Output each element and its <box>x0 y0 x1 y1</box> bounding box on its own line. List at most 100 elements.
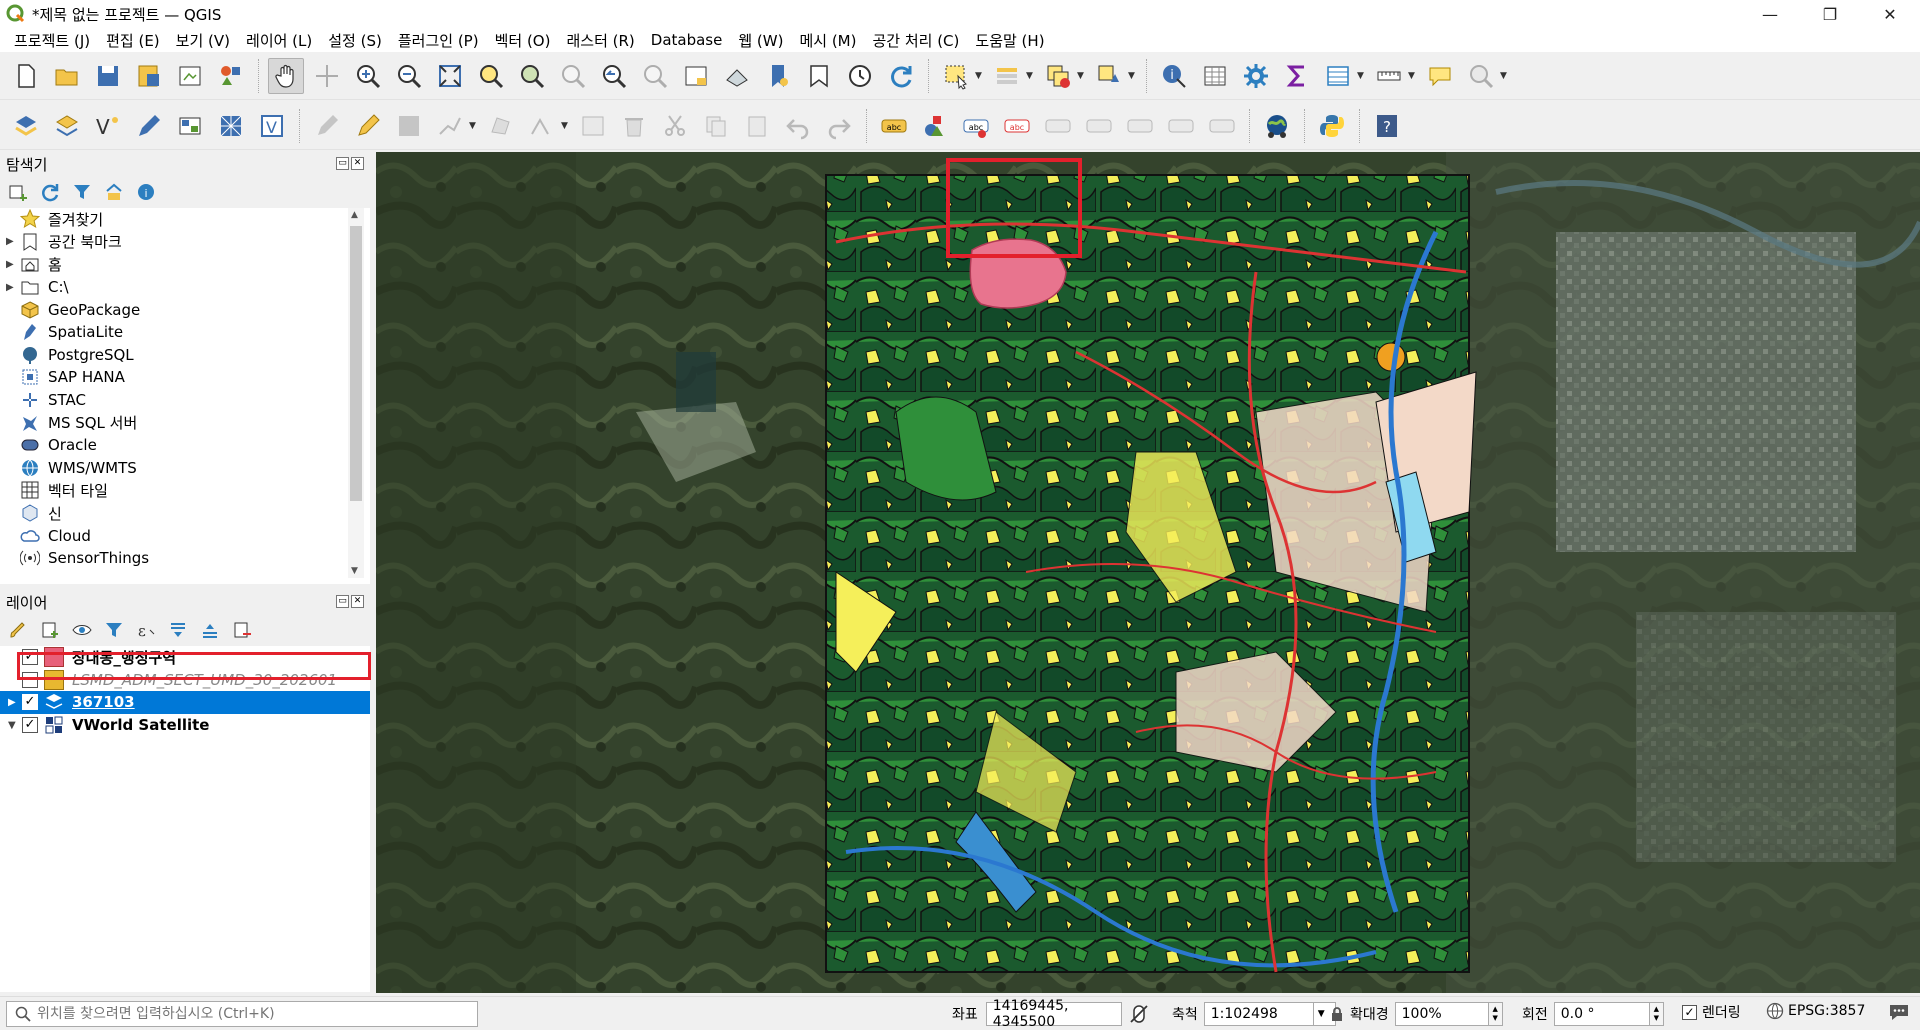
show-bookmarks-button[interactable] <box>801 58 837 94</box>
rotate-label-button[interactable] <box>1122 108 1158 144</box>
collapse-all-layers-button[interactable] <box>198 618 222 642</box>
browser-item-wms-wmts[interactable]: WMS/WMTS <box>0 457 352 480</box>
save-as-button[interactable] <box>131 58 167 94</box>
paste-features-button[interactable] <box>739 108 775 144</box>
layer-diagram-button[interactable] <box>917 108 953 144</box>
close-panel-button[interactable]: ✕ <box>351 595 364 608</box>
remove-layer-button[interactable] <box>230 618 254 642</box>
dropdown-arrow-icon[interactable]: ▼ <box>975 71 983 81</box>
show-hide-labels-button[interactable] <box>1081 108 1117 144</box>
browser-item-sap-hana[interactable]: SAP HANA <box>0 366 352 389</box>
add-polygon-button[interactable] <box>483 108 519 144</box>
rotation-field[interactable]: 0.0 ° <box>1553 1002 1650 1026</box>
new-bookmark-button[interactable] <box>760 58 796 94</box>
redo-button[interactable] <box>821 108 857 144</box>
render-checkbox[interactable]: ✓ <box>1682 1004 1697 1020</box>
layer-item-vworld-satellite[interactable]: ▼ ✓ VWorld Satellite <box>0 714 370 737</box>
select-by-location-button[interactable] <box>1091 58 1127 94</box>
filter-by-expression-button[interactable]: ε <box>134 618 158 642</box>
dropdown-arrow-icon[interactable]: ▼ <box>1500 71 1508 81</box>
filter-browser-button[interactable] <box>70 180 94 204</box>
collapse-arrow-icon[interactable]: ▼ <box>8 720 22 731</box>
menu-project[interactable]: 프로젝트 (J) <box>6 30 98 51</box>
digitize-button[interactable] <box>131 108 167 144</box>
dropdown-arrow-icon[interactable]: ▼ <box>1077 71 1085 81</box>
temporal-controller-button[interactable] <box>842 58 878 94</box>
zoom-full-button[interactable] <box>432 58 468 94</box>
menu-web[interactable]: 웹 (W) <box>730 30 791 51</box>
float-panel-button[interactable]: ▭ <box>336 595 349 608</box>
browser-item-oracle[interactable]: Oracle <box>0 434 352 457</box>
dropdown-arrow-icon[interactable]: ▼ <box>1128 71 1136 81</box>
open-field-calculator-button[interactable] <box>1320 58 1356 94</box>
browser-item-spatial-bookmarks[interactable]: ▶ 공간 북마크 <box>0 231 352 254</box>
scroll-up-icon[interactable]: ▲ <box>351 210 358 220</box>
zoom-last-button[interactable] <box>596 58 632 94</box>
measure-line-button[interactable] <box>1371 58 1407 94</box>
menu-view[interactable]: 보기 (V) <box>168 30 238 51</box>
data-source-manager-button[interactable] <box>8 108 44 144</box>
menu-settings[interactable]: 설정 (S) <box>320 30 390 51</box>
vertex-tool-button[interactable] <box>524 108 560 144</box>
browser-item-stac[interactable]: STAC <box>0 389 352 412</box>
close-panel-button[interactable]: ✕ <box>351 157 364 170</box>
deselect-features-button[interactable] <box>1040 58 1076 94</box>
admin-area-polygon[interactable] <box>969 238 1067 309</box>
add-group-button[interactable] <box>38 618 62 642</box>
locator-bar[interactable] <box>6 1001 478 1027</box>
current-edits-button[interactable] <box>309 108 345 144</box>
crs-group[interactable]: EPSG:3857 <box>1766 1002 1865 1020</box>
new-map-view-button[interactable] <box>678 58 714 94</box>
digitize-line-button[interactable] <box>432 108 468 144</box>
add-selected-layers-button[interactable] <box>6 180 30 204</box>
copy-features-button[interactable] <box>698 108 734 144</box>
zoom-to-layer-button[interactable] <box>514 58 550 94</box>
menu-raster[interactable]: 래스터 (R) <box>558 30 642 51</box>
scrollbar-thumb[interactable] <box>350 226 362 501</box>
menu-edit[interactable]: 편집 (E) <box>98 30 168 51</box>
change-label-button[interactable] <box>1163 108 1199 144</box>
layer-labeling-button[interactable]: abc <box>876 108 912 144</box>
locate-button[interactable] <box>1463 58 1499 94</box>
minimize-button[interactable]: — <box>1740 0 1800 28</box>
mouse-toggle-icon[interactable] <box>1128 1003 1150 1025</box>
float-panel-button[interactable]: ▭ <box>336 157 349 170</box>
add-virtual-layer-button[interactable]: V <box>254 108 290 144</box>
rotation-spinner[interactable]: ▲ ▼ <box>1649 1002 1664 1026</box>
undo-button[interactable] <box>780 108 816 144</box>
identify-features-button[interactable]: i <box>1156 58 1192 94</box>
map-tips-button[interactable] <box>1422 58 1458 94</box>
layer-item-367103[interactable]: ▶ ✓ 367103 <box>0 691 370 714</box>
browser-scrollbar[interactable]: ▲ ▼ <box>348 208 364 578</box>
open-project-button[interactable] <box>49 58 85 94</box>
map-canvas[interactable] <box>376 152 1920 993</box>
expand-arrow-icon[interactable]: ▶ <box>8 697 22 708</box>
dropdown-arrow-icon[interactable]: ▼ <box>561 121 569 131</box>
select-features-button[interactable] <box>938 58 974 94</box>
toggle-display-labels-button[interactable]: abc <box>999 108 1035 144</box>
move-label-button[interactable] <box>1040 108 1076 144</box>
pan-map-button[interactable] <box>268 57 304 94</box>
browser-item-sensorthings[interactable]: SensorThings <box>0 547 352 570</box>
zoom-next-button[interactable] <box>637 58 673 94</box>
new-project-button[interactable] <box>8 58 44 94</box>
magnifier-spinner[interactable]: ▲ ▼ <box>1488 1002 1503 1026</box>
python-console-button[interactable] <box>1314 108 1350 144</box>
expand-arrow-icon[interactable]: ▶ <box>6 259 20 270</box>
restore-button[interactable]: ❐ <box>1800 0 1860 28</box>
scroll-down-icon[interactable]: ▼ <box>351 566 358 576</box>
menu-database[interactable]: Database <box>643 31 731 49</box>
dropdown-arrow-icon[interactable]: ▼ <box>1408 71 1416 81</box>
menu-help[interactable]: 도움말 (H) <box>967 30 1052 51</box>
highlight-pinned-labels-button[interactable]: abc <box>958 108 994 144</box>
browser-item-geopackage[interactable]: GeoPackage <box>0 298 352 321</box>
dropdown-arrow-icon[interactable]: ▼ <box>469 121 477 131</box>
filter-legend-button[interactable] <box>102 618 126 642</box>
expand-all-button[interactable] <box>166 618 190 642</box>
menu-processing[interactable]: 공간 처리 (C) <box>864 30 967 51</box>
add-raster-layer-button[interactable] <box>172 108 208 144</box>
open-attribute-table-button[interactable] <box>1197 58 1233 94</box>
coordinate-field[interactable]: 14169445, 4345500 <box>985 998 1122 1030</box>
save-project-button[interactable] <box>90 58 126 94</box>
browser-item-postgresql[interactable]: PostgreSQL <box>0 344 352 367</box>
